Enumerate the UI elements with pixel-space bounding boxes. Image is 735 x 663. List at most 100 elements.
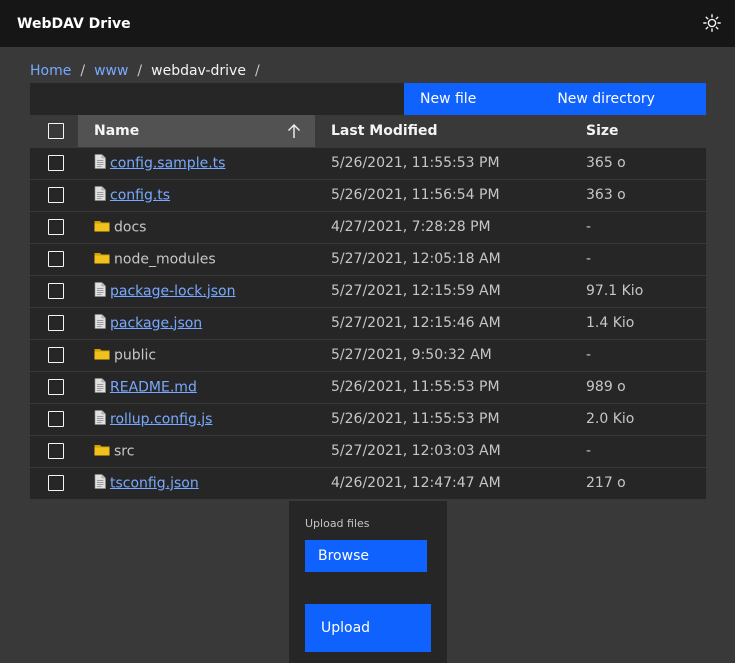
upload-files-label: Upload files [305, 517, 370, 530]
row-select-cell [30, 146, 78, 179]
row-select-cell [30, 178, 78, 211]
select-all-checkbox[interactable] [48, 122, 64, 139]
file-link[interactable]: rollup.config.js [110, 411, 212, 427]
file-icon [94, 153, 106, 173]
breadcrumb-separator: / [80, 63, 86, 79]
file-icon [94, 185, 106, 205]
name-cell: tsconfig.json [78, 466, 315, 499]
file-link[interactable]: README.md [110, 379, 197, 395]
name-cell: config.sample.ts [78, 146, 315, 179]
row-checkbox[interactable] [48, 443, 64, 459]
row-checkbox[interactable] [48, 379, 64, 395]
upload-button[interactable]: Upload [305, 604, 431, 652]
directory-name[interactable]: docs [114, 219, 146, 235]
modified-cell: 5/26/2021, 11:55:53 PM [315, 370, 586, 403]
modified-cell: 5/27/2021, 12:15:46 AM [315, 306, 586, 339]
file-link[interactable]: config.ts [110, 187, 170, 203]
name-cell: src [78, 434, 315, 467]
modified-cell: 4/26/2021, 12:47:47 AM [315, 466, 586, 499]
column-header-size[interactable]: Size [586, 115, 706, 147]
column-header-name[interactable]: Name [78, 115, 315, 147]
file-link[interactable]: package.json [110, 315, 202, 331]
row-checkbox[interactable] [48, 283, 64, 299]
table-row: package-lock.json 5/27/2021, 12:15:59 AM 9… [30, 274, 706, 307]
size-cell: - [586, 210, 706, 243]
name-cell: public [78, 338, 315, 371]
table-row: README.md 5/26/2021, 11:55:53 PM 989 o [30, 370, 706, 403]
directory-name[interactable]: node_modules [114, 251, 216, 267]
modified-cell: 5/27/2021, 12:05:18 AM [315, 242, 586, 275]
size-cell: 2.0 Kio [586, 402, 706, 435]
breadcrumb-home[interactable]: Home [30, 63, 71, 79]
row-checkbox[interactable] [48, 475, 64, 492]
upload-panel: Upload files Browse Upload [289, 501, 447, 663]
folder-icon [94, 251, 110, 268]
sun-icon [703, 14, 721, 32]
breadcrumb-current: webdav-drive [151, 63, 246, 79]
modified-cell: 5/27/2021, 12:03:03 AM [315, 434, 586, 467]
toolbar-actions: New file New directory [404, 83, 706, 115]
name-cell: README.md [78, 370, 315, 403]
modified-cell: 5/26/2021, 11:55:53 PM [315, 402, 586, 435]
table-row: package.json 5/27/2021, 12:15:46 AM 1.4 Ki… [30, 306, 706, 339]
row-select-cell [30, 370, 78, 403]
row-checkbox[interactable] [48, 251, 64, 267]
table-row: src 5/27/2021, 12:03:03 AM - [30, 434, 706, 467]
browse-button[interactable]: Browse [305, 540, 427, 572]
row-select-cell [30, 274, 78, 307]
row-select-cell [30, 210, 78, 243]
table-row: tsconfig.json 4/26/2021, 12:47:47 AM 217 o [30, 466, 706, 499]
breadcrumb-www[interactable]: www [94, 63, 128, 79]
table-row: docs 4/27/2021, 7:28:28 PM - [30, 210, 706, 243]
column-header-modified[interactable]: Last Modified [315, 115, 586, 147]
file-icon [94, 313, 106, 333]
row-checkbox[interactable] [48, 347, 64, 363]
row-select-cell [30, 434, 78, 467]
arrow-up-icon [288, 124, 300, 138]
row-checkbox[interactable] [48, 315, 64, 331]
modified-cell: 5/27/2021, 9:50:32 AM [315, 338, 586, 371]
name-cell: rollup.config.js [78, 402, 315, 435]
row-checkbox[interactable] [48, 411, 64, 427]
table-row: public 5/27/2021, 9:50:32 AM - [30, 338, 706, 371]
directory-name[interactable]: src [114, 443, 134, 459]
size-cell: 989 o [586, 370, 706, 403]
breadcrumb-separator: / [254, 63, 260, 79]
file-link[interactable]: tsconfig.json [110, 475, 199, 491]
row-select-cell [30, 306, 78, 339]
table-row: node_modules 5/27/2021, 12:05:18 AM - [30, 242, 706, 275]
size-cell: 97.1 Kio [586, 274, 706, 307]
size-cell: - [586, 242, 706, 275]
modified-cell: 5/26/2021, 11:55:53 PM [315, 146, 586, 179]
new-file-button[interactable]: New file [420, 91, 476, 107]
modified-cell: 4/27/2021, 7:28:28 PM [315, 210, 586, 243]
row-select-cell [30, 402, 78, 435]
breadcrumb-separator: / [137, 63, 143, 79]
file-link[interactable]: config.sample.ts [110, 155, 225, 171]
row-checkbox[interactable] [48, 155, 64, 171]
modified-cell: 5/26/2021, 11:56:54 PM [315, 178, 586, 211]
name-cell: package.json [78, 306, 315, 339]
table-row: config.ts 5/26/2021, 11:56:54 PM 363 o [30, 178, 706, 211]
name-cell: config.ts [78, 178, 315, 211]
new-directory-button[interactable]: New directory [557, 91, 655, 107]
file-table-container: New file New directory Name Last Modifie… [30, 83, 706, 499]
row-select-cell [30, 466, 78, 499]
file-link[interactable]: package-lock.json [110, 283, 236, 299]
size-cell: - [586, 434, 706, 467]
theme-toggle-button[interactable] [701, 12, 723, 34]
row-checkbox[interactable] [48, 187, 64, 203]
directory-name[interactable]: public [114, 347, 156, 363]
size-cell: 363 o [586, 178, 706, 211]
row-select-cell [30, 338, 78, 371]
row-select-cell [30, 242, 78, 275]
file-table: Name Last Modified Size config.sample.ts… [30, 115, 706, 499]
table-header-row: Name Last Modified Size [30, 115, 706, 147]
breadcrumb: Home / www / webdav-drive / [30, 63, 269, 79]
modified-cell: 5/27/2021, 12:15:59 AM [315, 274, 586, 307]
row-checkbox[interactable] [48, 219, 64, 235]
folder-icon [94, 443, 110, 460]
app-title: WebDAV Drive [17, 15, 131, 32]
select-all-cell [30, 115, 78, 147]
file-icon [94, 377, 106, 397]
